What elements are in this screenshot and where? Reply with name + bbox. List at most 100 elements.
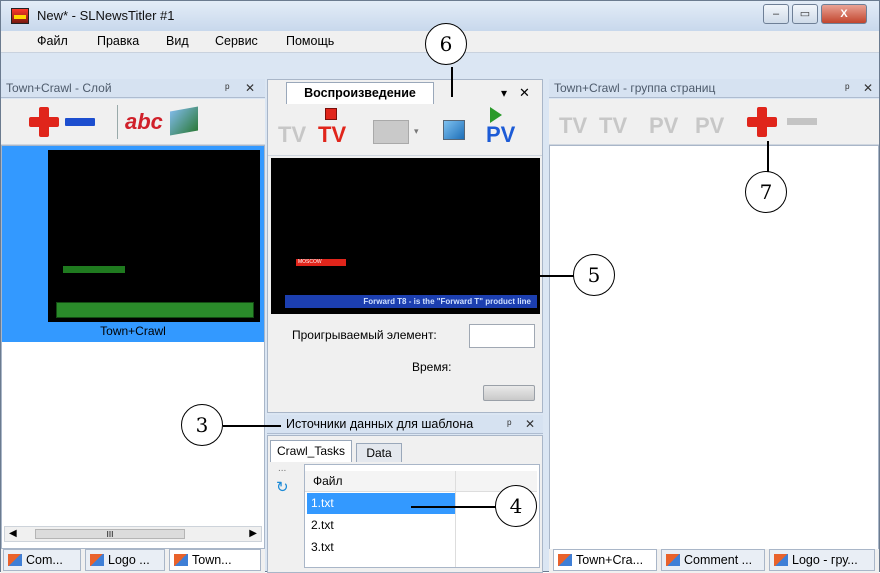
remove-page-icon[interactable] xyxy=(787,118,817,125)
preview-ticker: Forward T8 - is the "Forward T" product … xyxy=(285,295,537,308)
playback-panel: Воспроизведение ▾ ✕ TV TV ▾ PV MOSCOW Fo… xyxy=(267,79,543,413)
remove-layer-icon[interactable] xyxy=(65,118,95,126)
tab-icon xyxy=(174,554,188,566)
scroll-left-icon[interactable]: ◀ xyxy=(9,528,17,539)
callout-4: 4 xyxy=(495,485,537,527)
datasources-title-text: Источники данных для шаблона xyxy=(286,417,474,431)
thumb-crawl-bar xyxy=(56,302,254,318)
close-icon[interactable]: ✕ xyxy=(519,85,530,101)
play-icon xyxy=(490,107,502,123)
layer-list: Town+Crawl ◀ III ▶ xyxy=(1,145,265,549)
callout-3: 3 xyxy=(181,404,223,446)
tab-icon xyxy=(8,554,22,566)
close-icon[interactable]: ✕ xyxy=(525,415,535,433)
add-layer-icon[interactable] xyxy=(29,107,59,137)
text-tool-icon[interactable]: abc xyxy=(125,109,163,135)
tab-label: Town... xyxy=(192,553,232,567)
tab-icon xyxy=(558,554,572,566)
left-bottom-tabs: Com... Logo ... Town... xyxy=(1,549,265,573)
panel-menu-icon[interactable]: ▾ xyxy=(501,86,507,100)
app-icon xyxy=(11,8,29,24)
layer-item[interactable]: Town+Crawl xyxy=(2,146,264,342)
tab-label: Comment ... xyxy=(684,553,753,567)
tv-play-button[interactable]: TV xyxy=(559,113,587,139)
progress-indicator xyxy=(483,385,535,401)
preview-red-tag: MOSCOW xyxy=(296,259,346,266)
playing-element-label: Проигрываемый элемент: xyxy=(292,328,437,342)
layer-thumbnail xyxy=(48,150,260,322)
scroll-thumb[interactable]: III xyxy=(35,529,185,539)
close-button[interactable]: X xyxy=(821,4,867,24)
add-page-icon[interactable] xyxy=(747,107,777,137)
refresh-icon[interactable]: ↻ xyxy=(276,478,289,496)
callout-line-6 xyxy=(451,67,453,97)
edit-image-icon[interactable] xyxy=(170,106,198,136)
table-row[interactable]: 1.txt xyxy=(307,493,455,514)
menu-edit[interactable]: Правка xyxy=(97,34,139,48)
callout-7: 7 xyxy=(745,171,787,213)
layer-item-label: Town+Crawl xyxy=(100,324,166,338)
tab-icon xyxy=(90,554,104,566)
window-title: New* - SLNewsTitler #1 xyxy=(37,8,175,23)
pin-icon[interactable]: ᵖ xyxy=(845,79,850,97)
pages-toolbar: TV TV PV PV xyxy=(549,99,879,145)
tab-label: Logo ... xyxy=(108,553,150,567)
tv-play-button[interactable]: TV xyxy=(278,122,306,148)
tab-playback[interactable]: Воспроизведение xyxy=(286,82,434,104)
layer-panel-title-text: Town+Crawl - Слой xyxy=(6,81,112,95)
tab-logo[interactable]: Logo ... xyxy=(85,549,165,571)
image-preview-icon[interactable] xyxy=(443,120,465,140)
menu-help[interactable]: Помощь xyxy=(286,34,334,48)
tab-comment[interactable]: Comment ... xyxy=(661,549,765,571)
playing-element-field xyxy=(469,324,535,348)
minimize-button[interactable]: – xyxy=(763,4,789,24)
toolbar-separator xyxy=(117,105,118,139)
callout-line-3 xyxy=(223,425,281,427)
layer-scrollbar[interactable]: ◀ III ▶ xyxy=(4,526,262,542)
pages-panel-title-text: Town+Crawl - группа страниц xyxy=(554,81,716,95)
pv-stop-button[interactable]: PV xyxy=(695,113,724,139)
tab-crawl-tasks[interactable]: Crawl_Tasks xyxy=(270,440,352,462)
tv-stop-button[interactable]: TV xyxy=(599,113,627,139)
pv-play-button[interactable]: PV xyxy=(486,122,515,148)
callout-5: 5 xyxy=(573,254,615,296)
callout-line-5 xyxy=(511,275,575,277)
chevron-down-icon[interactable]: ▾ xyxy=(414,126,419,137)
tab-icon xyxy=(666,554,680,566)
pv-play-button[interactable]: PV xyxy=(649,113,678,139)
preview-screen: MOSCOW Forward T8 - is the "Forward T" p… xyxy=(271,158,540,314)
output-device-icon[interactable] xyxy=(373,120,409,144)
tab-comment[interactable]: Com... xyxy=(3,549,81,571)
menu-file[interactable]: Файл xyxy=(37,34,68,48)
thumb-bar-green xyxy=(63,266,125,273)
menu-view[interactable]: Вид xyxy=(166,34,189,48)
callout-line-7 xyxy=(767,141,769,173)
more-icon[interactable]: ... xyxy=(278,463,286,474)
menu-service[interactable]: Сервис xyxy=(215,34,258,48)
tab-data[interactable]: Data xyxy=(356,443,402,462)
time-label: Время: xyxy=(412,360,452,374)
tab-label: Logo - гру... xyxy=(792,553,858,567)
layer-toolbar: abc xyxy=(1,99,265,145)
maximize-button[interactable]: ▭ xyxy=(792,4,818,24)
pin-icon[interactable]: ᵖ xyxy=(225,79,230,97)
tab-town[interactable]: Town... xyxy=(169,549,261,571)
tab-icon xyxy=(774,554,788,566)
app-window: New* - SLNewsTitler #1 – ▭ X Файл Правка… xyxy=(0,0,880,573)
table-row[interactable]: 3.txt xyxy=(307,537,539,558)
pages-list xyxy=(549,145,879,565)
callout-6: 6 xyxy=(425,23,467,65)
datasources-panel-title: Источники данных для шаблона ᵖ ✕ xyxy=(267,415,543,434)
scroll-right-icon[interactable]: ▶ xyxy=(249,528,257,539)
pages-panel-title: Town+Crawl - группа страниц ᵖ ✕ xyxy=(549,79,879,98)
tab-label: Com... xyxy=(26,553,63,567)
right-bottom-tabs: Town+Cra... Comment ... Logo - гру... xyxy=(549,549,879,573)
tab-logo-group[interactable]: Logo - гру... xyxy=(769,549,875,571)
tv-stop-button[interactable]: TV xyxy=(318,122,346,148)
tab-town-crawl[interactable]: Town+Cra... xyxy=(553,549,657,571)
close-icon[interactable]: ✕ xyxy=(245,79,255,97)
close-icon[interactable]: ✕ xyxy=(863,79,873,97)
pin-icon[interactable]: ᵖ xyxy=(507,415,512,433)
layer-panel-title: Town+Crawl - Слой ᵖ ✕ xyxy=(1,79,265,98)
stop-icon xyxy=(325,108,337,120)
